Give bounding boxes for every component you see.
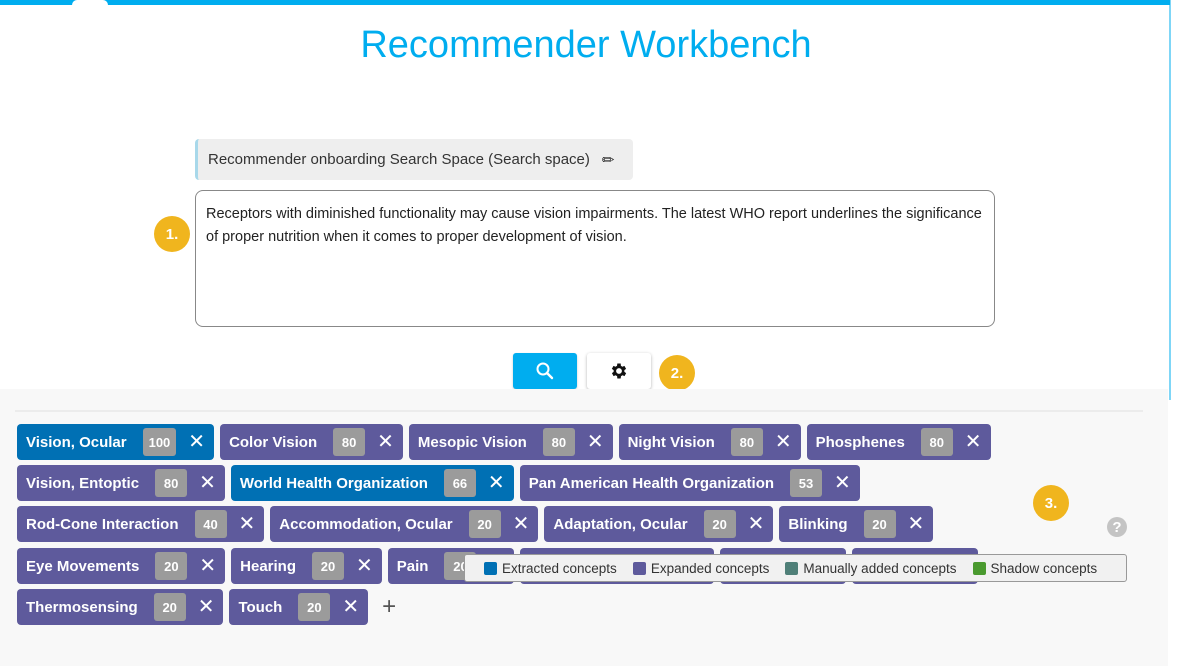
concept-tag[interactable]: Vision, Entoptic 80 ✕ <box>17 465 225 501</box>
top-bar-notch <box>72 0 108 5</box>
concept-row: Vision, Entoptic 80 ✕ World Health Organiza… <box>17 465 860 501</box>
concept-label: Phosphenes <box>815 433 905 451</box>
concept-score-badge: 80 <box>542 428 575 456</box>
concept-score-badge: 53 <box>790 469 823 497</box>
concept-label: Vision, Entoptic <box>26 474 140 492</box>
step-marker-2: 2. <box>659 355 695 391</box>
concept-label: Night Vision <box>627 433 715 451</box>
concept-label: Thermosensing <box>26 598 138 616</box>
remove-concept-icon[interactable]: ✕ <box>834 473 851 493</box>
remove-concept-icon[interactable]: ✕ <box>356 556 373 576</box>
concept-tag[interactable]: Rod-Cone Interaction 40 ✕ <box>17 506 265 542</box>
concept-legend: Extracted concepts Expanded concepts Manua… <box>464 554 1127 582</box>
concept-tag[interactable]: Eye Movements 20 ✕ <box>17 548 226 584</box>
concept-tag[interactable]: Mesopic Vision 80 ✕ <box>408 424 613 460</box>
concept-label: Blinking <box>788 515 848 533</box>
remove-concept-icon[interactable]: ✕ <box>488 473 505 493</box>
concept-score-badge: 20 <box>468 510 501 538</box>
legend-swatch <box>632 561 646 575</box>
concept-label: World Health Organization <box>239 474 428 492</box>
concept-tag[interactable]: Adaptation, Ocular 20 ✕ <box>544 506 774 542</box>
concept-label: Accommodation, Ocular <box>279 515 453 533</box>
search-space-name: Recommender onboarding Search Space (Sea… <box>208 151 590 168</box>
concept-score-badge: 20 <box>703 510 736 538</box>
remove-concept-icon[interactable]: ✕ <box>908 514 925 534</box>
concept-tag[interactable]: Thermosensing 20 ✕ <box>17 589 224 625</box>
concept-tag[interactable]: Pan American Health Organization 53 ✕ <box>519 465 860 501</box>
concept-score-badge: 66 <box>443 469 476 497</box>
concept-tag[interactable]: Vision, Ocular 100 ✕ <box>17 424 215 460</box>
legend-label: Manually added concepts <box>803 560 957 576</box>
search-button[interactable] <box>513 353 577 389</box>
concept-label: Eye Movements <box>26 557 140 575</box>
legend-swatch <box>972 561 986 575</box>
concept-tag[interactable]: World Health Organization 66 ✕ <box>230 465 514 501</box>
gear-icon <box>611 363 627 379</box>
remove-concept-icon[interactable]: ✕ <box>188 432 205 452</box>
concept-row: Vision, Ocular 100 ✕ Color Vision 80 ✕ Mesopic… <box>17 424 991 460</box>
divider <box>15 410 1143 412</box>
concept-label: Hearing <box>240 557 297 575</box>
concept-score-badge: 20 <box>155 552 188 580</box>
concept-score-badge: 40 <box>194 510 227 538</box>
concept-score-badge: 80 <box>333 428 366 456</box>
legend-swatch <box>484 561 497 575</box>
legend-swatch <box>785 561 799 575</box>
top-bar <box>0 0 1170 5</box>
remove-concept-icon[interactable]: ✕ <box>199 556 216 576</box>
remove-concept-icon[interactable]: ✕ <box>198 597 215 617</box>
concept-label: Vision, Ocular <box>26 433 127 451</box>
settings-button[interactable] <box>587 353 651 389</box>
concept-row: Thermosensing 20 ✕ Touch 20 ✕ + <box>17 589 396 625</box>
concept-score-badge: 80 <box>155 469 188 497</box>
legend-label: Extracted concepts <box>502 560 617 576</box>
concept-score-badge: 20 <box>863 510 896 538</box>
remove-concept-icon[interactable]: ✕ <box>513 514 530 534</box>
remove-concept-icon[interactable]: ✕ <box>587 432 604 452</box>
concept-tag[interactable]: Accommodation, Ocular 20 ✕ <box>270 506 539 542</box>
remove-concept-icon[interactable]: ✕ <box>342 597 359 617</box>
pencil-icon[interactable]: ✏︎ <box>602 151 615 169</box>
concept-label: Color Vision <box>229 433 318 451</box>
concept-tag[interactable]: Phosphenes 80 ✕ <box>806 424 991 460</box>
concept-score-badge: 20 <box>312 552 345 580</box>
legend-item: Manually added concepts <box>785 560 957 576</box>
legend-label: Expanded concepts <box>650 560 770 576</box>
concept-tag[interactable]: Night Vision 80 ✕ <box>618 424 801 460</box>
concept-score-badge: 20 <box>153 593 186 621</box>
remove-concept-icon[interactable]: ✕ <box>965 432 982 452</box>
concept-label: Touch <box>238 598 283 616</box>
legend-item: Expanded concepts <box>632 560 770 576</box>
concept-tag[interactable]: Color Vision 80 ✕ <box>220 424 403 460</box>
remove-concept-icon[interactable]: ✕ <box>199 473 216 493</box>
concept-label: Adaptation, Ocular <box>553 515 688 533</box>
concept-score-badge: 100 <box>142 428 177 456</box>
concept-score-badge: 80 <box>730 428 763 456</box>
step-marker-1: 1. <box>154 216 190 252</box>
concept-label: Mesopic Vision <box>417 433 527 451</box>
query-textarea[interactable]: Receptors with diminished functionality … <box>195 190 995 327</box>
search-icon <box>536 362 554 380</box>
concept-tag[interactable]: Blinking 20 ✕ <box>779 506 934 542</box>
concept-label: Pan American Health Organization <box>528 474 775 492</box>
remove-concept-icon[interactable]: ✕ <box>775 432 792 452</box>
concept-label: Rod-Cone Interaction <box>26 515 179 533</box>
concept-tag[interactable]: Touch 20 ✕ <box>229 589 369 625</box>
remove-concept-icon[interactable]: ✕ <box>377 432 394 452</box>
concept-score-badge: 80 <box>920 428 953 456</box>
remove-concept-icon[interactable]: ✕ <box>239 514 256 534</box>
page-title: Recommender Workbench <box>360 24 812 66</box>
concept-score-badge: 20 <box>298 593 331 621</box>
remove-concept-icon[interactable]: ✕ <box>748 514 765 534</box>
legend-item: Shadow concepts <box>972 560 1098 576</box>
concept-tag[interactable]: Hearing 20 ✕ <box>231 548 382 584</box>
add-concept-button[interactable]: + <box>382 593 396 621</box>
legend-label: Shadow concepts <box>990 560 1098 576</box>
concept-label: Pain <box>396 557 429 575</box>
step-marker-3: 3. <box>1033 485 1069 521</box>
concept-row: Rod-Cone Interaction 40 ✕ Accommodation, Oc… <box>17 506 934 542</box>
search-space-label: Recommender onboarding Search Space (Sea… <box>195 139 633 180</box>
legend-item: Extracted concepts <box>484 561 617 576</box>
help-icon[interactable]: ? <box>1107 517 1127 537</box>
